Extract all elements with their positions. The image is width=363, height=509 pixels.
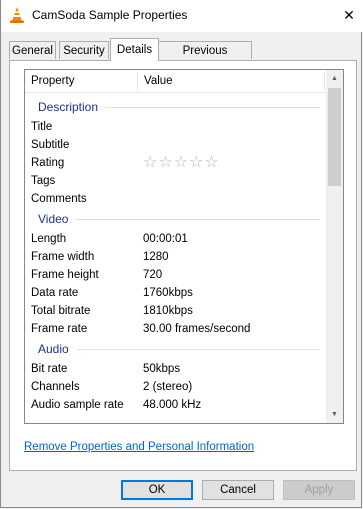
property-name: Frame width	[31, 251, 95, 263]
table-row[interactable]: Frame height 720	[25, 266, 326, 284]
vertical-scrollbar[interactable]: ▲ ▼	[326, 70, 343, 423]
window-title: CamSoda Sample Properties	[32, 8, 188, 22]
table-row[interactable]: Audio sample rate 48.000 kHz	[25, 396, 326, 414]
close-icon[interactable]: ✕	[334, 0, 363, 30]
property-name: Tags	[31, 175, 56, 187]
details-panel: Property Value Description Title Subtitl…	[9, 60, 357, 471]
property-value: 48.000 kHz	[143, 399, 202, 411]
property-value: 30.00 frames/second	[143, 323, 251, 335]
property-rows: Description Title Subtitle Rating ☆☆☆☆☆	[25, 96, 326, 414]
table-row[interactable]: Frame rate 30.00 frames/second	[25, 320, 326, 338]
star-icon[interactable]: ☆	[158, 154, 173, 171]
property-value: 00:00:01	[143, 233, 188, 245]
group-name: Audio	[38, 342, 69, 356]
tab-previous-versions[interactable]: Previous Versions	[158, 41, 252, 75]
table-row[interactable]: Data rate 1760kbps	[25, 284, 326, 302]
scroll-up-icon[interactable]: ▲	[326, 70, 343, 87]
table-row[interactable]: Length 00:00:01	[25, 230, 326, 248]
property-value: 2 (stereo)	[143, 381, 193, 393]
property-name: Length	[31, 233, 67, 245]
scroll-thumb[interactable]	[328, 88, 341, 186]
property-value: 1280	[143, 251, 169, 263]
properties-list[interactable]: Property Value Description Title Subtitl…	[24, 69, 344, 424]
rating-stars[interactable]: ☆☆☆☆☆	[143, 154, 220, 172]
property-name: Frame rate	[31, 323, 88, 335]
tab-strip: General Security Details Previous Versio…	[9, 38, 357, 75]
cancel-button[interactable]: Cancel	[202, 480, 274, 500]
group-heading-video[interactable]: Video	[25, 208, 326, 230]
star-icon[interactable]: ☆	[174, 154, 189, 171]
table-row[interactable]: Total bitrate 1810kbps	[25, 302, 326, 320]
group-heading-description[interactable]: Description	[25, 96, 326, 118]
tab-security[interactable]: Security	[59, 41, 109, 59]
group-divider	[75, 219, 320, 220]
table-row[interactable]: Subtitle	[25, 136, 326, 154]
group-heading-audio[interactable]: Audio	[25, 338, 326, 360]
group-divider	[77, 349, 320, 350]
list-header: Property Value	[25, 70, 326, 93]
tab-general[interactable]: General	[9, 41, 56, 59]
property-value: 720	[143, 269, 163, 281]
group-divider	[105, 107, 320, 108]
column-divider[interactable]	[324, 72, 325, 91]
column-header-value[interactable]: Value	[138, 70, 324, 92]
property-name: Bit rate	[31, 363, 68, 375]
table-row[interactable]: Channels 2 (stereo)	[25, 378, 326, 396]
property-name: Total bitrate	[31, 305, 91, 317]
vlc-cone-icon	[9, 6, 25, 24]
table-row[interactable]: Rating ☆☆☆☆☆	[25, 154, 326, 172]
property-name: Data rate	[31, 287, 79, 299]
star-icon[interactable]: ☆	[189, 154, 204, 171]
title-bar: CamSoda Sample Properties ✕	[1, 0, 363, 32]
property-name: Channels	[31, 381, 80, 393]
property-value: 50kbps	[143, 363, 181, 375]
property-name: Title	[31, 121, 53, 133]
property-value: 1810kbps	[143, 305, 193, 317]
property-name: Audio sample rate	[31, 399, 124, 411]
property-name: Frame height	[31, 269, 99, 281]
property-name: Comments	[31, 193, 87, 205]
table-row[interactable]: Frame width 1280	[25, 248, 326, 266]
property-name: Subtitle	[31, 139, 70, 151]
remove-properties-link[interactable]: Remove Properties and Personal Informati…	[24, 441, 254, 453]
table-row[interactable]: Comments	[25, 190, 326, 208]
group-name: Video	[38, 212, 69, 226]
tab-details[interactable]: Details	[110, 38, 159, 61]
table-row[interactable]: Bit rate 50kbps	[25, 360, 326, 378]
table-row[interactable]: Title	[25, 118, 326, 136]
property-name: Rating	[31, 157, 65, 169]
star-icon[interactable]: ☆	[143, 154, 158, 171]
ok-button[interactable]: OK	[121, 480, 193, 500]
group-name: Description	[38, 100, 99, 114]
column-header-property[interactable]: Property	[25, 70, 137, 92]
scroll-down-icon[interactable]: ▼	[326, 406, 343, 423]
property-value: 1760kbps	[143, 287, 193, 299]
star-icon[interactable]: ☆	[204, 154, 219, 171]
table-row[interactable]: Tags	[25, 172, 326, 190]
apply-button[interactable]: Apply	[283, 480, 355, 500]
properties-dialog: CamSoda Sample Properties ✕ General Secu…	[0, 0, 363, 508]
